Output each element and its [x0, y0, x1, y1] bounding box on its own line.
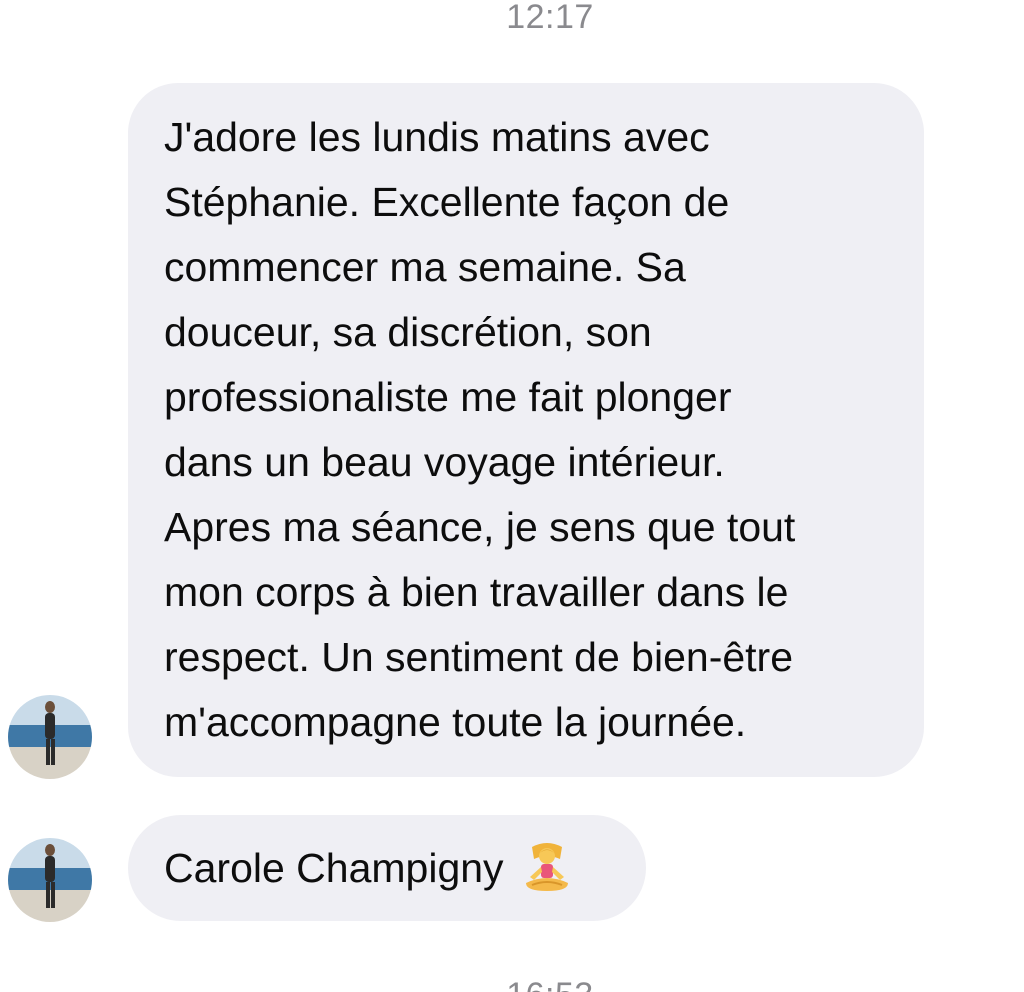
avatar-beach-photo-icon [8, 838, 92, 922]
signature-bubble[interactable]: Carole Champigny [128, 815, 646, 921]
avatar[interactable] [8, 695, 92, 779]
avatar-beach-photo-icon [8, 695, 92, 779]
timestamp-top: 12:17 [506, 0, 594, 36]
person-in-lotus-position-icon [525, 843, 568, 891]
avatar[interactable] [8, 838, 92, 922]
message-text: J'adore les lundis matins avec Stéphanie… [164, 114, 796, 745]
chat-screen: 12:17 J'adore les lundis matins avec Sté… [0, 0, 1024, 992]
signature-name: Carole Champigny [164, 844, 504, 891]
message-bubble[interactable]: J'adore les lundis matins avec Stéphanie… [128, 83, 924, 777]
timestamp-bottom: 16:53 [0, 976, 1024, 992]
